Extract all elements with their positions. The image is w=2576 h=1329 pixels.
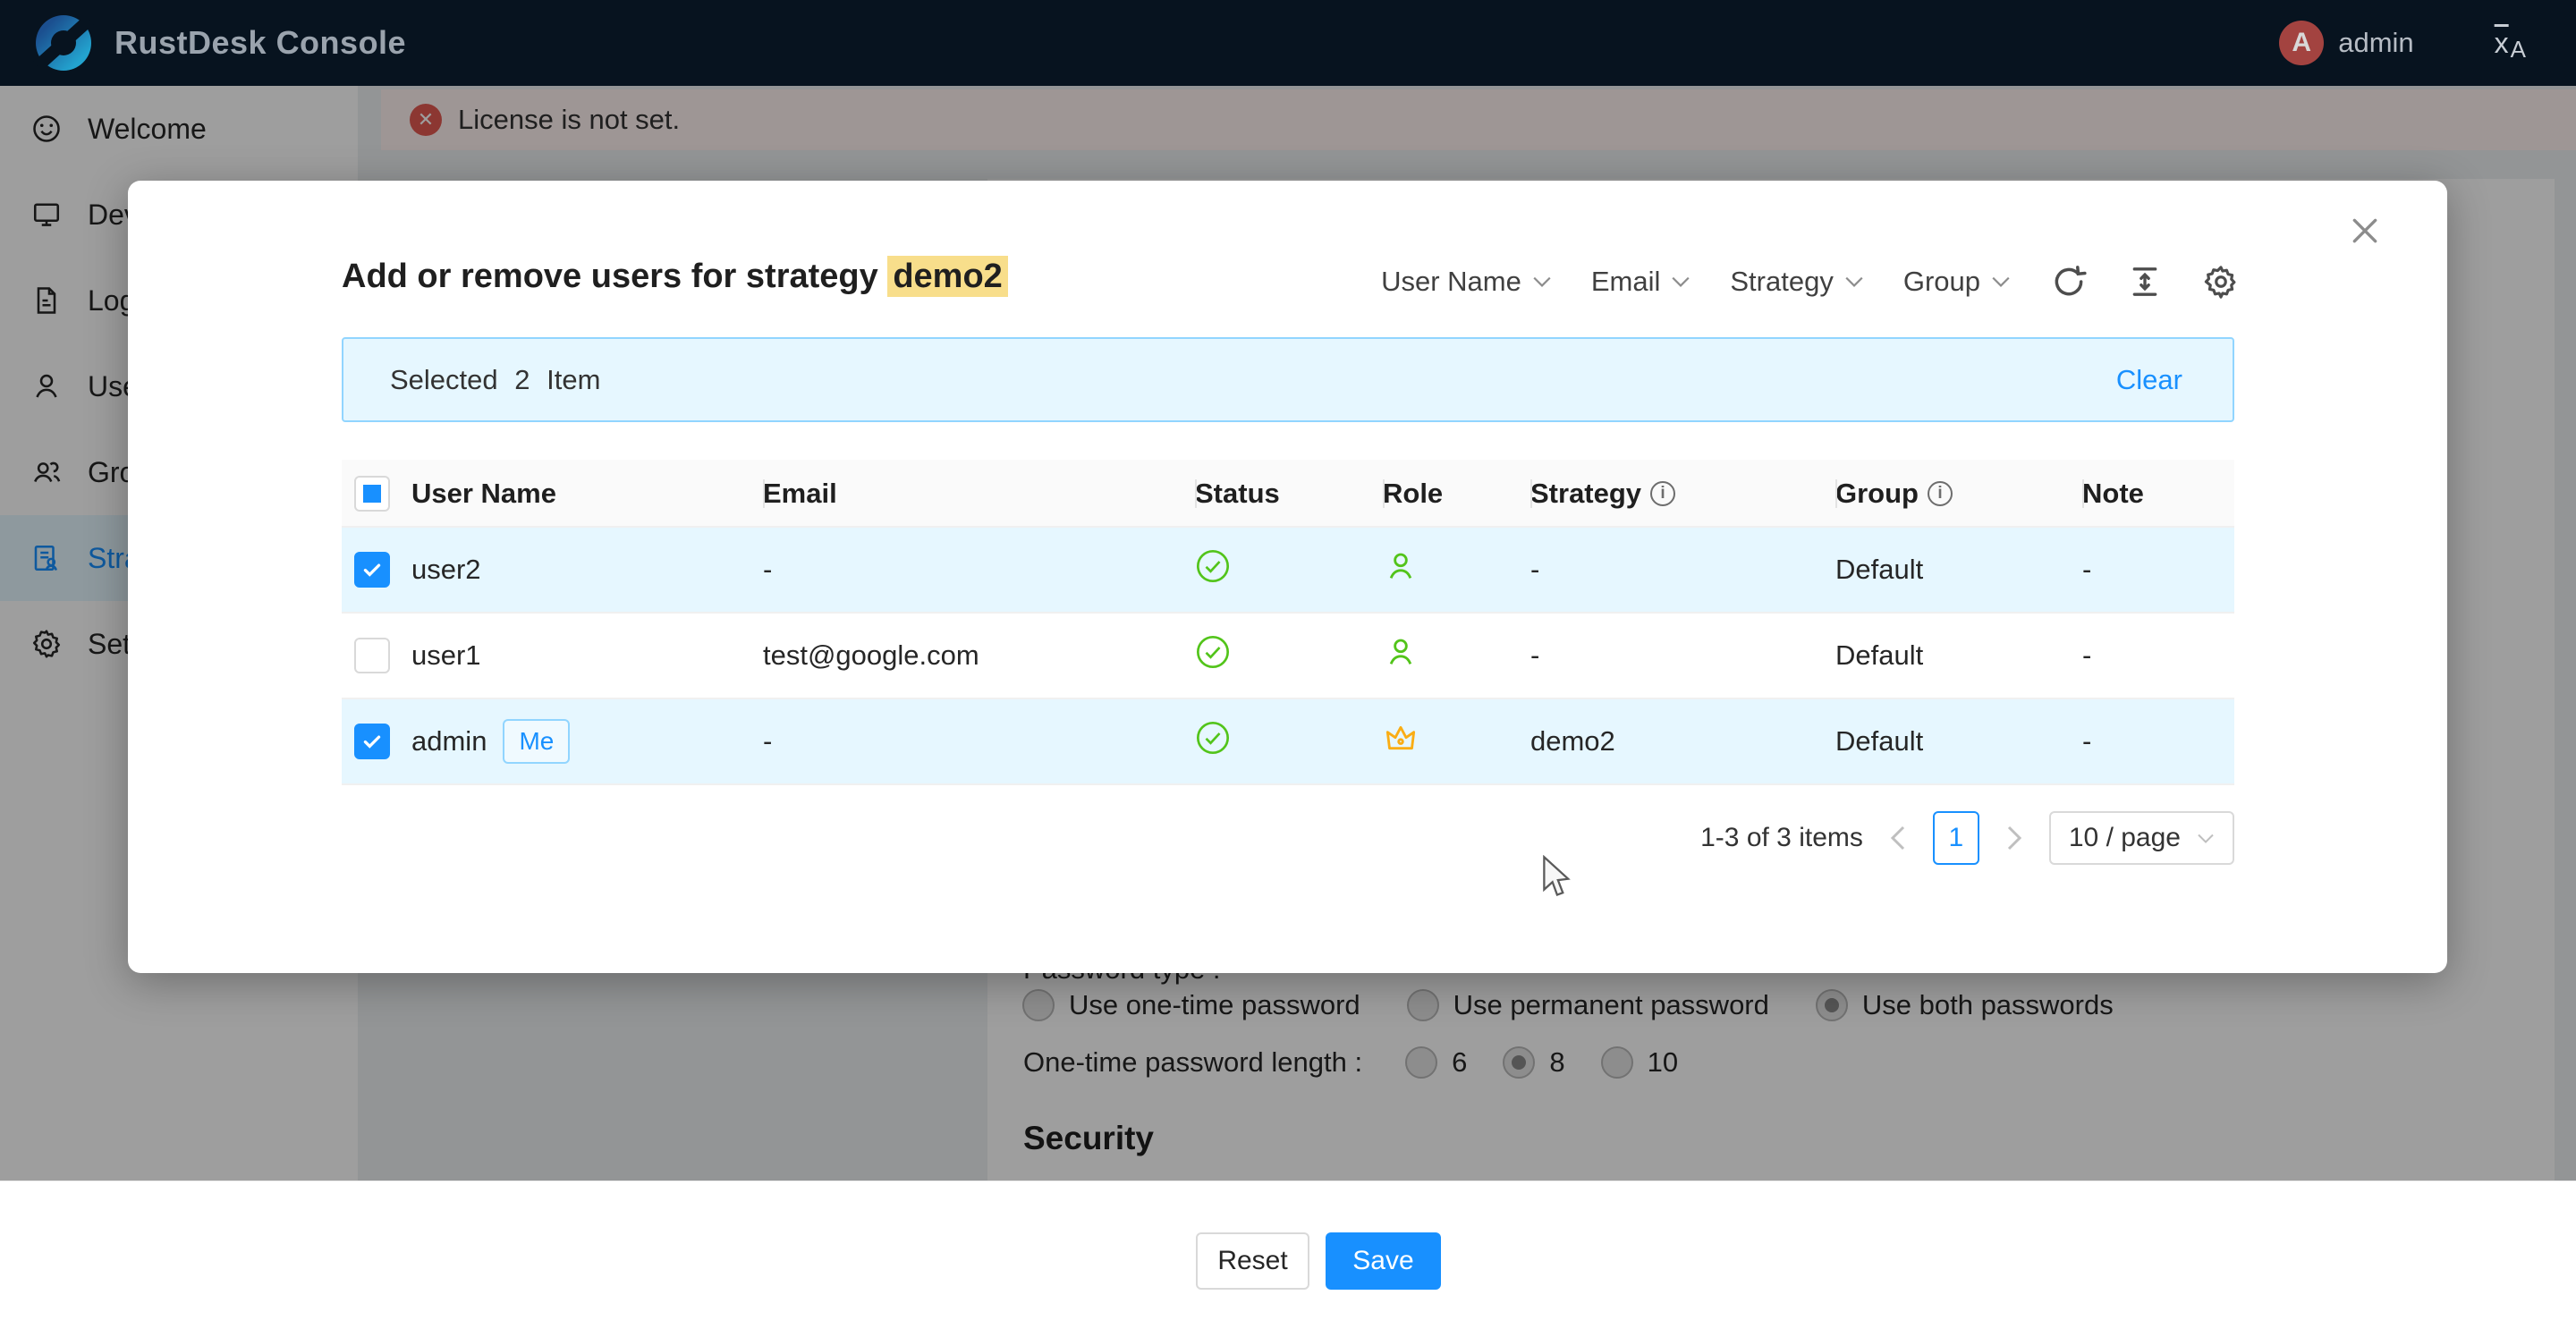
filter-label: Strategy — [1730, 266, 1833, 298]
check-icon — [360, 558, 384, 581]
mouse-cursor — [1540, 855, 1572, 900]
chevron-down-icon — [1844, 275, 1864, 288]
cell-note: - — [2082, 639, 2234, 672]
selection-banner: Selected 2 Item Clear — [342, 337, 2234, 422]
chevron-down-icon — [1991, 275, 2011, 288]
column-label: Group — [1835, 478, 1919, 510]
close-icon[interactable] — [2347, 213, 2383, 249]
column-header-group[interactable]: Groupi — [1835, 460, 2082, 528]
row-checkbox[interactable] — [354, 638, 390, 673]
status-enabled-icon — [1195, 720, 1231, 756]
column-label: Email — [763, 478, 837, 510]
reset-button[interactable]: Reset — [1196, 1232, 1309, 1290]
clear-selection-link[interactable]: Clear — [2116, 364, 2182, 396]
cell-user-name: user2 — [411, 554, 481, 586]
filter-label: User Name — [1381, 266, 1521, 298]
filter-strategy[interactable]: Strategy — [1730, 266, 1863, 298]
table-row[interactable]: user2 - - Default - — [342, 528, 2234, 614]
selection-count-text: Selected 2 Item — [390, 364, 600, 396]
pagination-summary: 1-3 of 3 items — [1700, 823, 1863, 853]
row-checkbox[interactable] — [354, 724, 390, 759]
page-size-value: 10 / page — [2069, 823, 2181, 853]
next-page-icon[interactable] — [2004, 825, 2024, 851]
cell-email: test@google.com — [763, 639, 1195, 672]
table-row[interactable]: user1 test@google.com - Default - — [342, 614, 2234, 699]
cell-email: - — [763, 554, 1195, 586]
column-header-status[interactable]: Status — [1195, 460, 1383, 528]
column-label: Strategy — [1530, 478, 1641, 510]
cell-user-name: admin — [411, 725, 487, 758]
column-header-note[interactable]: Note — [2082, 460, 2234, 528]
translate-icon-a: A — [2511, 36, 2526, 63]
rustdesk-logo-icon — [36, 15, 91, 71]
cell-strategy: - — [1530, 554, 1835, 586]
column-label: Note — [2082, 478, 2144, 510]
cell-user-name: user1 — [411, 639, 481, 672]
avatar[interactable]: A — [2279, 21, 2324, 65]
cell-note: - — [2082, 725, 2234, 758]
chevron-down-icon — [2197, 833, 2215, 844]
column-label: User Name — [411, 478, 556, 510]
cell-strategy: demo2 — [1530, 725, 1835, 758]
column-header-user-name[interactable]: User Name — [411, 460, 763, 528]
settings-icon[interactable] — [2202, 263, 2240, 301]
dialog-title-text: Add or remove users for strategy — [342, 258, 887, 295]
filter-label: Email — [1591, 266, 1661, 298]
cell-note: - — [2082, 554, 2234, 586]
column-header-email[interactable]: Email — [763, 460, 1195, 528]
admin-crown-icon — [1383, 720, 1419, 756]
page-size-select[interactable]: 10 / page — [2049, 811, 2234, 865]
filter-group[interactable]: Group — [1903, 266, 2011, 298]
user-name-label[interactable]: admin — [2338, 27, 2413, 59]
chevron-down-icon — [1671, 275, 1690, 288]
user-role-icon — [1383, 634, 1419, 670]
column-label: Status — [1195, 478, 1280, 510]
filter-email[interactable]: Email — [1591, 266, 1691, 298]
users-table: User Name Email Status Role Strategy i Gr… — [342, 460, 2234, 785]
cell-strategy: - — [1530, 639, 1835, 672]
translate-icon-x: x — [2495, 27, 2509, 60]
column-header-role[interactable]: Role — [1383, 460, 1530, 528]
info-icon[interactable]: i — [1650, 481, 1675, 506]
cell-email: - — [763, 725, 1195, 758]
cell-group: Default — [1835, 725, 2082, 758]
dialog-title: Add or remove users for strategy demo2 — [342, 258, 1008, 296]
column-header-strategy[interactable]: Strategy i — [1530, 460, 1835, 528]
check-icon — [360, 730, 384, 753]
translate-icon[interactable]: xA — [2495, 27, 2526, 60]
info-icon[interactable]: i — [1928, 481, 1953, 506]
app-title: RustDesk Console — [114, 24, 406, 62]
user-role-icon — [1383, 548, 1419, 584]
cell-group: Default — [1835, 639, 2082, 672]
column-label: Role — [1383, 478, 1443, 510]
status-enabled-icon — [1195, 634, 1231, 670]
status-enabled-icon — [1195, 548, 1231, 584]
page-number-button[interactable]: 1 — [1933, 811, 1979, 865]
save-button[interactable]: Save — [1326, 1232, 1441, 1290]
filter-label: Group — [1903, 266, 1980, 298]
select-all-checkbox[interactable] — [354, 476, 390, 512]
pagination: 1-3 of 3 items 1 10 / page — [1700, 811, 2234, 865]
filter-toolbar: User Name Email Strategy Group — [1381, 263, 2240, 301]
previous-page-icon[interactable] — [1888, 825, 1908, 851]
chevron-down-icon — [1532, 275, 1552, 288]
refresh-icon[interactable] — [2050, 263, 2088, 301]
table-header-row: User Name Email Status Role Strategy i Gr… — [342, 460, 2234, 528]
filter-user-name[interactable]: User Name — [1381, 266, 1552, 298]
row-height-icon[interactable] — [2127, 264, 2163, 300]
row-checkbox[interactable] — [354, 552, 390, 588]
me-badge: Me — [503, 719, 570, 764]
add-remove-users-dialog: Add or remove users for strategy demo2 U… — [128, 181, 2447, 973]
strategy-name-highlight: demo2 — [887, 256, 1007, 297]
cell-group: Default — [1835, 554, 2082, 586]
top-bar: RustDesk Console A admin xA — [0, 0, 2576, 86]
table-row[interactable]: admin Me - demo2 Default - — [342, 699, 2234, 785]
